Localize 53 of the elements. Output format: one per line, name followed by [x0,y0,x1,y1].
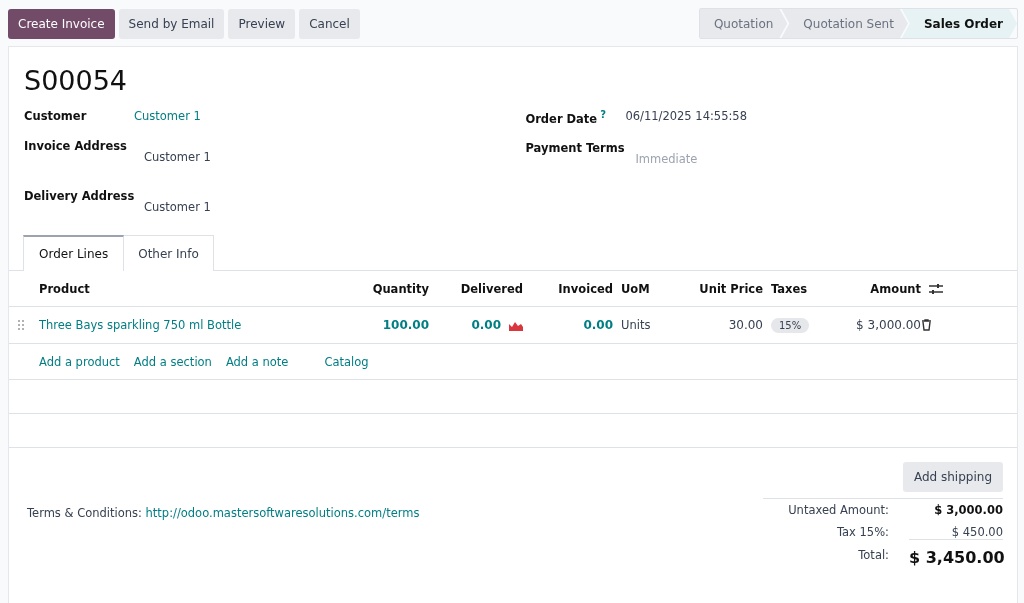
add-line-link[interactable]: Add a product [39,354,120,369]
column-header[interactable]: Invoiced [558,281,613,296]
total-label: Tax 15%: [835,525,890,540]
status-stage[interactable]: Quotation Sent [781,9,908,38]
add-shipping-button[interactable]: Add shipping [902,462,1003,492]
invoiced-cell: 0.00 [583,318,613,332]
customer-link[interactable]: Customer 1 [134,106,201,123]
field-value: Customer 1 [143,149,211,164]
field-label: Invoice Address [24,138,128,153]
drag-handle-icon[interactable] [17,319,25,331]
total-label: Total: [857,548,890,564]
field-label: Delivery Address [24,188,134,203]
help-tooltip[interactable]: ? [600,109,606,120]
field-label: Payment Terms [525,141,625,155]
unit-price-cell: 30.00 [728,318,763,332]
column-header[interactable]: Amount [870,281,921,296]
terms-link[interactable]: http://odoo.mastersoftwaresolutions.com/terms [145,506,420,520]
status-stage[interactable]: Sales Order [901,9,1017,38]
total-label: Untaxed Amount: [787,503,890,517]
trash-icon[interactable] [921,319,932,331]
field-value: Customer 1 [143,199,211,214]
order-number: S00054 [23,64,129,98]
column-header[interactable]: Delivered [460,281,523,296]
terms-label: Terms & Conditions: [27,506,142,520]
total-value: $ 3,450.00 [909,548,1003,567]
add-line-link[interactable]: Add a section [133,354,212,369]
amount-cell: $ 3,000.00 [856,318,921,332]
action-button[interactable]: Send by Email [118,8,225,39]
action-button[interactable]: Cancel [299,8,360,39]
add-line-link[interactable]: Catalog [324,354,369,369]
column-header[interactable]: Taxes [763,281,825,296]
column-header[interactable]: Quantity [372,281,429,296]
uom-cell-text: Units [620,318,652,332]
product-link[interactable]: Three Bays sparkling 750 ml Bottle [39,318,329,332]
tax-tag: 15% [771,318,810,333]
action-button[interactable]: Create Invoice [8,8,115,39]
field-label: Customer [24,108,88,123]
column-header[interactable]: UoM [613,281,685,296]
delivered-cell: 0.00 [471,318,501,332]
notebook-tab[interactable]: Other Info [124,235,214,271]
add-line-link[interactable]: Add a note [225,354,289,369]
field-label: Order Date [525,111,598,126]
column-settings-icon[interactable] [929,282,943,295]
status-stage[interactable]: Quotation [699,9,788,38]
total-value: $ 450.00 [909,525,1003,540]
column-header[interactable]: Product [39,281,329,296]
total-value: $ 3,000.00 [933,503,1003,517]
column-header[interactable]: Unit Price [699,281,763,296]
notebook-tab[interactable]: Order Lines [23,235,125,271]
quantity-cell: 100.00 [382,318,429,332]
field-value: Immediate [634,151,698,166]
field-value: 06/11/2025 14:55:58 [625,108,747,123]
action-button[interactable]: Preview [228,8,296,39]
